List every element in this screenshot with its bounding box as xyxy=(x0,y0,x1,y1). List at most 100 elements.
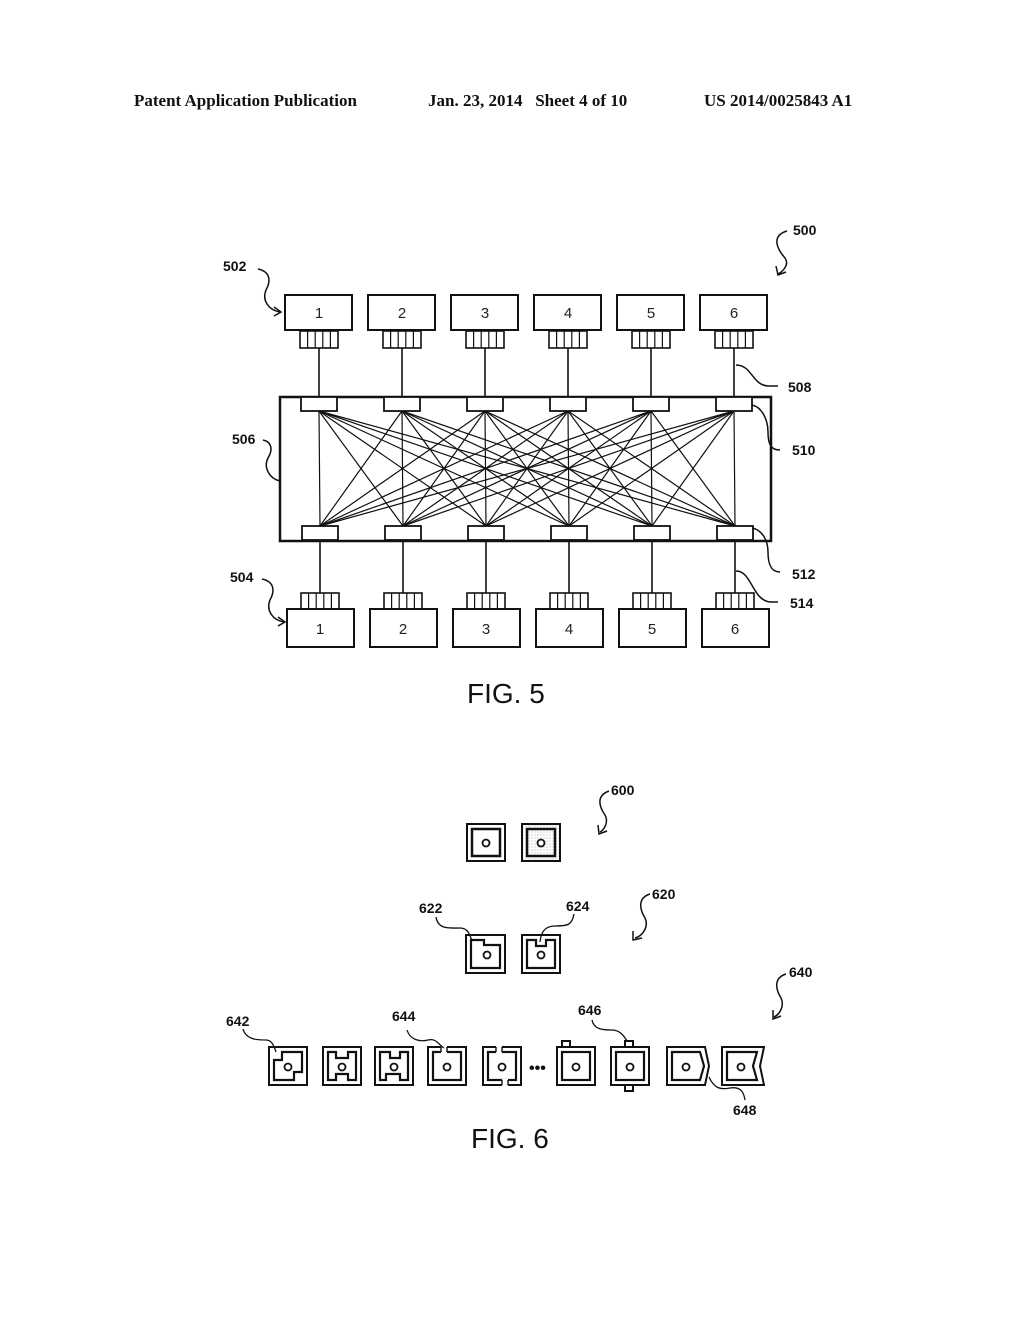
top-device-4: 4 xyxy=(533,294,602,412)
ref-600: 600 xyxy=(611,782,635,798)
bottom-device-4: 4 xyxy=(535,525,604,648)
device-label: 5 xyxy=(647,305,655,322)
pixel-cell-gap-top-bottom xyxy=(482,1046,522,1087)
fig6-caption: FIG. 6 xyxy=(471,1123,549,1154)
connector-pins xyxy=(383,592,423,610)
leader-514 xyxy=(735,570,778,603)
top-device-1: 1 xyxy=(284,294,353,412)
pixel-cell-624 xyxy=(521,934,561,974)
connector-pins xyxy=(715,592,755,610)
pixel-pair-620 xyxy=(465,934,561,974)
ref-500: 500 xyxy=(793,222,817,238)
switch-port-bottom-512 xyxy=(301,525,339,541)
connector-pins xyxy=(465,330,505,349)
ref-648: 648 xyxy=(733,1102,757,1118)
switch-port-bottom-512 xyxy=(384,525,422,541)
connector-pins xyxy=(300,592,340,610)
figure-6: ••• xyxy=(242,790,787,1101)
switch-port-top-510 xyxy=(549,396,587,412)
leader-624 xyxy=(539,913,575,943)
top-device-3: 3 xyxy=(450,294,519,412)
switch-port-bottom-512 xyxy=(550,525,588,541)
connector-pins xyxy=(549,592,589,610)
leader-506 xyxy=(262,439,281,482)
patent-drawing: 1 2 3 4 5 6 1 2 3 4 5 6 500 502 504 506 508 510 51… xyxy=(223,222,817,1154)
bottom-device-2: 2 xyxy=(369,525,438,648)
ref-620: 620 xyxy=(652,886,676,902)
pixel-cell-plain xyxy=(466,823,506,862)
fig6-reference-labels: 600 620 622 624 640 642 644 646 648 FIG.… xyxy=(226,782,813,1154)
connector-pins xyxy=(382,330,422,349)
top-device-5: 5 xyxy=(616,294,685,412)
pixel-pair-600 xyxy=(466,823,561,862)
switch-port-bottom-512 xyxy=(633,525,671,541)
ref-504: 504 xyxy=(230,569,254,585)
fig5-caption: FIG. 5 xyxy=(467,678,545,709)
device-label: 2 xyxy=(399,621,407,638)
device-label: 6 xyxy=(731,621,739,638)
pixel-cell-h-shape xyxy=(322,1046,362,1086)
ref-622: 622 xyxy=(419,900,443,916)
ellipsis: ••• xyxy=(529,1060,546,1077)
figure-5: 1 2 3 4 5 6 1 2 3 4 5 6 xyxy=(257,230,788,648)
connector-pins xyxy=(548,330,588,349)
connector-pins xyxy=(631,330,671,349)
bottom-device-1: 1 xyxy=(286,525,355,648)
switch-port-top-510 xyxy=(632,396,670,412)
device-label: 6 xyxy=(730,305,738,322)
leader-512 xyxy=(751,527,781,573)
pixel-cell-tab-top xyxy=(556,1040,596,1086)
pixel-cell-chevron-notch xyxy=(721,1046,766,1086)
leader-600 xyxy=(599,790,610,833)
connector-pins xyxy=(299,330,339,349)
switch-port-top-510 xyxy=(383,396,421,412)
connector-pins xyxy=(466,592,506,610)
device-label: 2 xyxy=(398,305,406,322)
device-label: 1 xyxy=(315,305,323,322)
device-label: 3 xyxy=(481,305,489,322)
switch-port-top-510 xyxy=(715,396,753,412)
top-device-6: 6 xyxy=(699,294,768,412)
ref-624: 624 xyxy=(566,898,590,914)
mesh-lines xyxy=(318,410,736,527)
leader-508 xyxy=(735,364,778,387)
leader-642 xyxy=(242,1028,277,1053)
switch-port-top-510 xyxy=(466,396,504,412)
switch-port-top-510 xyxy=(300,396,338,412)
leader-640 xyxy=(773,973,787,1018)
bottom-device-3: 3 xyxy=(452,525,521,648)
leader-620 xyxy=(634,893,651,939)
pixel-cell-shaded xyxy=(521,823,561,862)
leader-502 xyxy=(257,268,281,313)
device-label: 1 xyxy=(316,621,324,638)
mesh-link-6-6 xyxy=(733,410,736,527)
ref-502: 502 xyxy=(223,258,247,274)
pixel-cell-gap-top xyxy=(427,1046,467,1086)
ref-512: 512 xyxy=(792,566,816,582)
ref-506: 506 xyxy=(232,431,256,447)
device-label: 4 xyxy=(564,305,572,322)
ref-642: 642 xyxy=(226,1013,250,1029)
pixel-cell-notch-corner xyxy=(268,1046,308,1086)
device-label: 4 xyxy=(565,621,573,638)
bottom-device-6: 6 xyxy=(701,525,770,648)
bottom-device-5: 5 xyxy=(618,525,687,648)
leader-500 xyxy=(776,230,788,275)
leader-646 xyxy=(591,1019,628,1042)
pixel-cell-h-shape-alt xyxy=(374,1046,414,1086)
switch-port-bottom-512 xyxy=(716,525,754,541)
mesh-link-1-1 xyxy=(318,410,321,527)
ref-510: 510 xyxy=(792,442,816,458)
ref-644: 644 xyxy=(392,1008,416,1024)
bottom-device-row-504: 1 2 3 4 5 6 xyxy=(286,525,770,648)
connector-pins xyxy=(632,592,672,610)
switch-port-bottom-512 xyxy=(467,525,505,541)
leader-504 xyxy=(261,578,285,623)
leader-510 xyxy=(751,404,781,451)
connector-pins xyxy=(714,330,754,349)
pixel-row-640 xyxy=(268,1040,766,1092)
ref-514: 514 xyxy=(790,595,814,611)
device-label: 3 xyxy=(482,621,490,638)
ref-508: 508 xyxy=(788,379,812,395)
pixel-cell-chevron-right xyxy=(666,1046,711,1086)
